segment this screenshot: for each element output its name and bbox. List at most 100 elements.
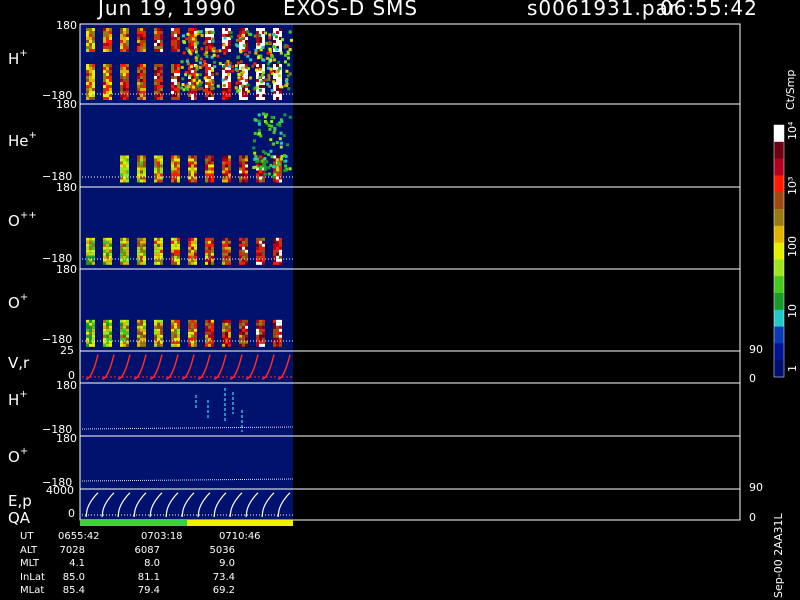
spectrogram-pixel bbox=[228, 331, 231, 335]
spectrogram-pixel bbox=[157, 322, 160, 326]
spectrogram-pixel bbox=[140, 252, 143, 256]
spectrogram-pixel bbox=[285, 83, 289, 87]
spectrogram-pixel bbox=[241, 34, 245, 38]
spectrogram-pixel bbox=[228, 243, 231, 247]
spectrogram-pixel bbox=[89, 31, 92, 34]
spectrogram-pixel bbox=[273, 240, 276, 244]
spectrogram-pixel bbox=[286, 143, 290, 147]
spectrogram-pixel bbox=[228, 173, 231, 177]
spectrogram-pixel bbox=[126, 328, 129, 332]
spectrogram-pixel bbox=[160, 155, 163, 159]
spectrogram-pixel bbox=[126, 240, 129, 244]
spectrogram-pixel bbox=[157, 70, 160, 73]
spectrogram-pixel bbox=[126, 158, 129, 162]
y-tick-p5-top: 25 bbox=[60, 344, 74, 357]
spectrogram-pixel bbox=[154, 173, 157, 177]
spectrogram-pixel bbox=[174, 46, 177, 49]
spectrogram-pixel bbox=[157, 237, 160, 241]
spectrogram-pixel bbox=[123, 88, 126, 91]
spectrogram-pixel bbox=[273, 58, 277, 62]
spectrogram-pixel bbox=[103, 261, 106, 265]
spectrogram-pixel bbox=[154, 246, 157, 250]
spectrogram-pixel bbox=[89, 246, 92, 250]
spectrogram-pixel bbox=[174, 322, 177, 326]
spectrogram-pixel bbox=[171, 179, 174, 183]
spectrogram-pixel bbox=[86, 88, 89, 91]
spectrogram-pixel bbox=[89, 249, 92, 253]
spectrogram-pixel bbox=[188, 252, 191, 256]
spectrogram-pixel bbox=[239, 161, 242, 165]
spectrogram-pixel bbox=[123, 325, 126, 329]
spectrogram-pixel bbox=[103, 67, 106, 70]
spectrogram-pixel bbox=[273, 337, 276, 341]
spectrogram-pixel bbox=[177, 334, 180, 338]
spectrogram-pixel bbox=[186, 62, 190, 66]
spectrogram-pixel bbox=[143, 328, 146, 332]
spectrogram-pixel bbox=[256, 240, 259, 244]
spectrogram-pixel bbox=[123, 97, 126, 100]
spectrogram-pixel bbox=[188, 170, 191, 174]
spectrogram-pixel bbox=[222, 161, 225, 165]
spectrogram-pixel bbox=[120, 85, 123, 88]
spectrogram-pixel bbox=[143, 40, 146, 43]
spectrogram-pixel bbox=[174, 34, 177, 37]
spectrogram-pixel bbox=[89, 240, 92, 244]
spectrogram-pixel bbox=[239, 155, 242, 159]
spectrogram-pixel bbox=[123, 76, 126, 79]
spectrogram-pixel bbox=[157, 170, 160, 174]
spectrogram-pixel bbox=[106, 252, 109, 256]
spectrogram-pixel bbox=[208, 79, 212, 83]
spectrogram-pixel bbox=[269, 138, 273, 142]
spectrogram-pixel bbox=[188, 255, 191, 259]
spectrogram-pixel bbox=[171, 319, 174, 323]
panel-label-h-plus: H+ bbox=[8, 48, 28, 68]
spectrogram-pixel bbox=[137, 70, 140, 73]
spectrogram-pixel bbox=[174, 28, 177, 31]
spectrogram-pixel bbox=[275, 141, 279, 145]
spectrogram-pixel bbox=[257, 131, 261, 135]
spectrogram-pixel bbox=[106, 49, 109, 52]
spectrogram-pixel bbox=[137, 161, 140, 165]
spectrogram-pixel bbox=[209, 46, 213, 50]
spectrogram-pixel bbox=[208, 158, 211, 162]
spectrogram-pixel bbox=[205, 331, 208, 335]
spectrogram-pixel bbox=[154, 28, 157, 31]
spectrogram-pixel bbox=[256, 170, 259, 174]
spectrogram-pixel bbox=[259, 255, 262, 259]
y-tick-p4-top: 180 bbox=[56, 263, 77, 276]
spectrogram-pixel bbox=[157, 325, 160, 329]
spectrogram-pixel bbox=[86, 331, 89, 335]
spectrogram-pixel bbox=[224, 62, 228, 66]
panel-label-h-plus-2: H+ bbox=[8, 389, 28, 409]
spectrogram-pixel bbox=[208, 97, 211, 100]
spectrogram-pixel bbox=[242, 319, 245, 323]
spectrogram-pixel bbox=[157, 328, 160, 332]
spectrogram-pixel bbox=[140, 88, 143, 91]
spectrogram-pixel bbox=[256, 255, 259, 259]
spectrogram-pixel bbox=[205, 252, 208, 256]
spectrogram-pixel bbox=[205, 85, 208, 88]
spectrogram-pixel bbox=[263, 168, 267, 172]
spectrogram-pixel bbox=[208, 167, 211, 171]
spectrogram-pixel bbox=[211, 68, 215, 72]
spectrogram-pixel bbox=[89, 82, 92, 85]
spectrogram-pixel bbox=[103, 46, 106, 49]
spectrogram-pixel bbox=[225, 343, 228, 347]
spectrogram-pixel bbox=[92, 49, 95, 52]
spectrogram-pixel bbox=[140, 343, 143, 347]
spectrogram-pixel bbox=[253, 118, 257, 122]
spectrogram-pixel bbox=[259, 97, 262, 100]
spectrogram-pixel bbox=[208, 43, 211, 46]
spectrogram-pixel bbox=[239, 252, 242, 256]
spectrogram-pixel bbox=[275, 48, 279, 52]
spectrogram-pixel bbox=[171, 28, 174, 31]
spectrogram-pixel bbox=[177, 97, 180, 100]
spectrogram-pixel bbox=[143, 173, 146, 177]
spectrogram-pixel bbox=[211, 237, 214, 241]
spectrogram-pixel bbox=[273, 158, 276, 162]
spectrogram-pixel bbox=[92, 88, 95, 91]
spectrogram-pixel bbox=[185, 47, 189, 51]
spectrogram-pixel bbox=[120, 49, 123, 52]
spectrogram-pixel bbox=[137, 337, 140, 341]
spectrogram-pixel bbox=[157, 31, 160, 34]
